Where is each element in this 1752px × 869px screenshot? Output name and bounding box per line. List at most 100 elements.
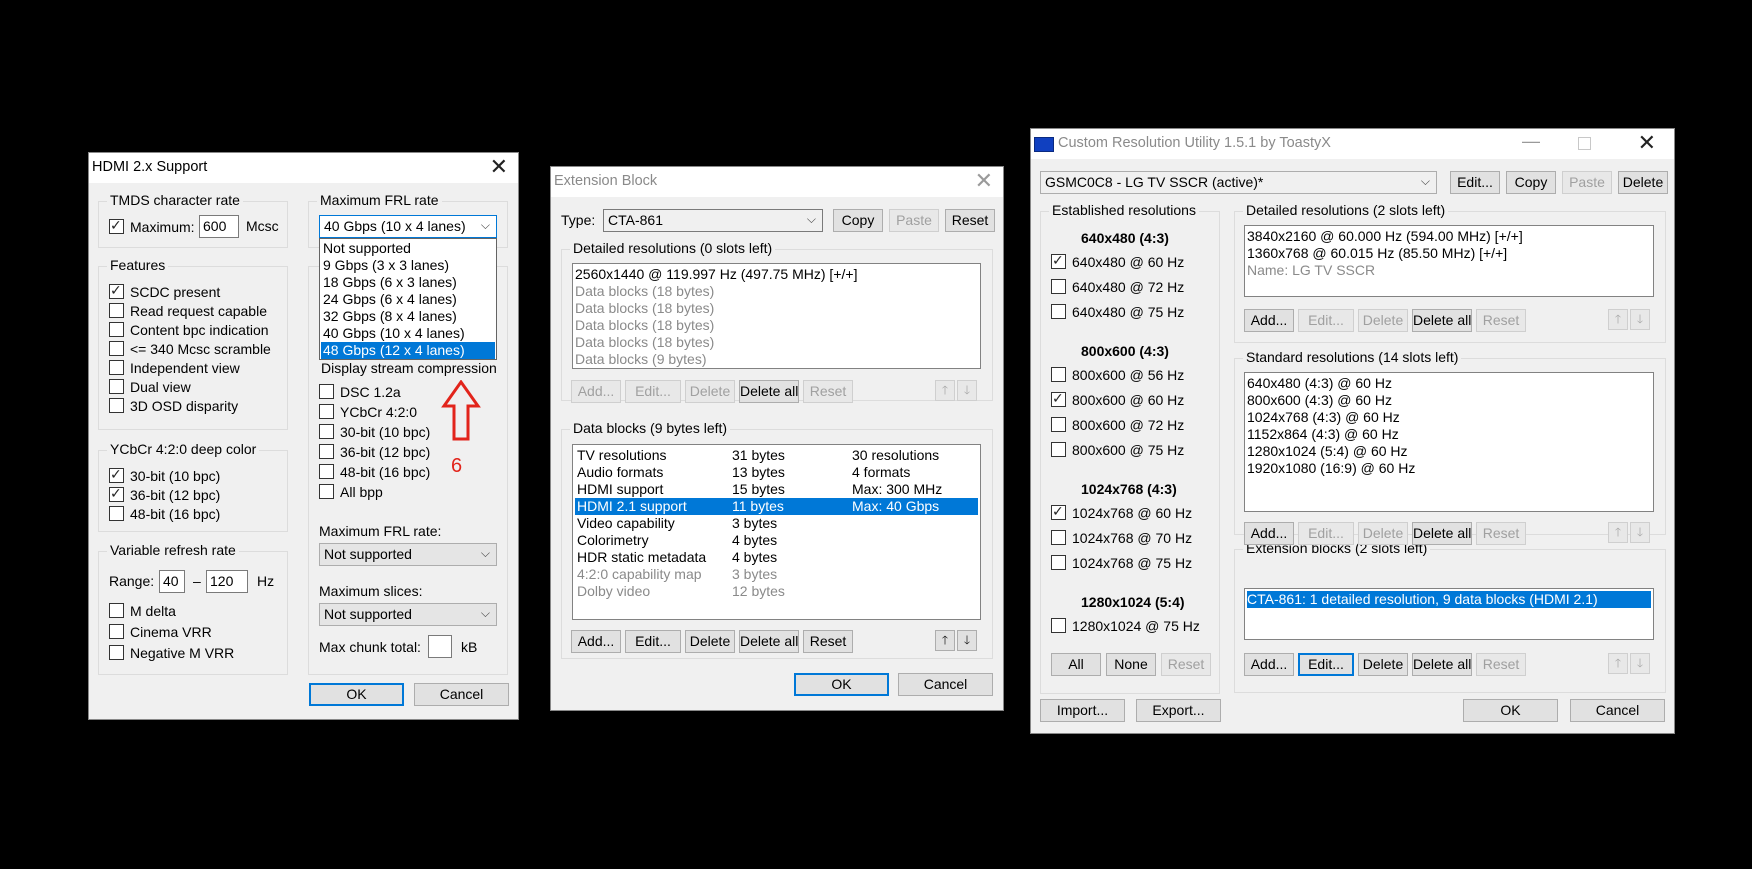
feature-checkbox[interactable]: 3D OSD disparity [109,397,238,415]
close-icon[interactable]: ✕ [490,156,508,178]
delete-button[interactable]: Delete [685,630,735,653]
list-item[interactable]: 1280x1024 (5:4) @ 60 Hz [1247,443,1651,460]
delete-button[interactable]: Delete [685,380,735,403]
cru-copy-button[interactable]: Copy [1506,171,1556,194]
add-button[interactable]: Add... [571,380,621,403]
list-item[interactable]: 3840x2160 @ 60.000 Hz (594.00 MHz) [+/+] [1247,228,1651,245]
table-row[interactable]: TV resolutions 31 bytes 30 resolutions [575,447,978,464]
list-item[interactable]: CTA-861: 1 detailed resolution, 9 data b… [1247,591,1651,608]
established-checkbox[interactable]: 1024x768 @ 70 Hz [1051,529,1192,547]
ycbcr-checkbox[interactable]: 48-bit (16 bpc) [109,505,220,523]
cru-delete-button[interactable]: Delete [1618,171,1668,194]
feature-checkbox[interactable]: <= 340 Mcsc scramble [109,340,271,358]
move-down-icon[interactable]: 🡓 [957,380,977,401]
move-down-icon[interactable]: 🡓 [1630,653,1650,674]
ext-copy-button[interactable]: Copy [833,209,883,232]
established-checkbox[interactable]: 800x600 @ 56 Hz [1051,366,1184,384]
established-checkbox[interactable]: 800x600 @ 72 Hz [1051,416,1184,434]
established-checkbox[interactable]: 640x480 @ 75 Hz [1051,303,1184,321]
vrr-min-input[interactable]: 40 [159,570,185,593]
frl-option[interactable]: 24 Gbps (6 x 4 lanes) [321,291,495,308]
delete-all-button[interactable]: Delete all [1412,653,1472,676]
vrr-checkbox[interactable]: Cinema VRR [109,623,212,641]
tmds-max-checkbox[interactable]: Maximum: [109,216,195,236]
cru-export-button[interactable]: Export... [1136,699,1221,722]
frl-option[interactable]: 18 Gbps (6 x 3 lanes) [321,274,495,291]
add-button[interactable]: Add... [1244,309,1294,332]
maximize-icon[interactable] [1578,137,1591,150]
reset-button[interactable]: Reset [1476,653,1526,676]
dsc-slices-select[interactable]: Not supported ⌵ [319,603,497,626]
established-checkbox[interactable]: 1280x1024 @ 75 Hz [1051,617,1200,635]
cru-standard-list[interactable]: 640x480 (4:3) @ 60 Hz 800x600 (4:3) @ 60 … [1244,372,1654,512]
table-row[interactable]: 4:2:0 capability map 3 bytes [575,566,978,583]
list-item[interactable]: Data blocks (18 bytes) [575,334,978,351]
minimize-icon[interactable]: — [1522,131,1540,152]
ext-reset-button[interactable]: Reset [945,209,995,232]
monitor-select[interactable]: GSMC0C8 - LG TV SSCR (active)* ⌵ [1040,171,1437,194]
dsc-frl-select[interactable]: Not supported ⌵ [319,543,497,566]
move-up-icon[interactable]: 🡑 [1608,309,1628,330]
ext-cancel-button[interactable]: Cancel [898,673,993,696]
ext-blocks-list[interactable]: TV resolutions 31 bytes 30 resolutions Audi… [572,444,981,620]
established-reset-button[interactable]: Reset [1161,653,1211,676]
table-row[interactable]: Dolby video 12 bytes [575,583,978,600]
established-checkbox[interactable]: 1024x768 @ 75 Hz [1051,554,1192,572]
cru-paste-button[interactable]: Paste [1562,171,1612,194]
table-row[interactable]: HDMI support 15 bytes Max: 300 MHz [575,481,978,498]
table-row[interactable]: Colorimetry 4 bytes [575,532,978,549]
established-checkbox[interactable]: 800x600 @ 75 Hz [1051,441,1184,459]
frl-option[interactable]: 9 Gbps (3 x 3 lanes) [321,257,495,274]
list-item[interactable]: 1152x864 (4:3) @ 60 Hz [1247,426,1651,443]
list-item[interactable]: Name: LG TV SSCR [1247,262,1651,279]
established-all-button[interactable]: All [1051,653,1101,676]
established-checkbox[interactable]: 800x600 @ 60 Hz [1051,389,1184,409]
dsc-checkbox[interactable]: 30-bit (10 bpc) [319,423,430,441]
list-item[interactable]: 2560x1440 @ 119.997 Hz (497.75 MHz) [+/+… [575,266,978,283]
established-checkbox[interactable]: 640x480 @ 60 Hz [1051,251,1184,271]
tmds-max-input[interactable]: 600 [199,215,239,238]
ext-detailed-list[interactable]: 2560x1440 @ 119.997 Hz (497.75 MHz) [+/+… [572,263,981,369]
frl-option[interactable]: 40 Gbps (10 x 4 lanes) [321,325,495,342]
ext-paste-button[interactable]: Paste [889,209,939,232]
reset-button[interactable]: Reset [803,630,853,653]
feature-checkbox[interactable]: Independent view [109,359,240,377]
list-item[interactable]: Data blocks (18 bytes) [575,300,978,317]
feature-checkbox[interactable]: Read request capable [109,302,267,320]
delete-all-button[interactable]: Delete all [739,380,799,403]
edit-button[interactable]: Edit... [1298,309,1354,332]
list-item[interactable]: 1024x768 (4:3) @ 60 Hz [1247,409,1651,426]
list-item[interactable]: 640x480 (4:3) @ 60 Hz [1247,375,1651,392]
move-up-icon[interactable]: 🡑 [1608,522,1628,543]
table-row[interactable]: Video capability 3 bytes [575,515,978,532]
list-item[interactable]: Data blocks (18 bytes) [575,283,978,300]
table-row[interactable]: HDR static metadata 4 bytes [575,549,978,566]
frl-select[interactable]: 40 Gbps (10 x 4 lanes) ⌵ [319,215,497,238]
move-up-icon[interactable]: 🡑 [935,630,955,651]
delete-all-button[interactable]: Delete all [739,630,799,653]
frl-option[interactable]: 32 Gbps (8 x 4 lanes) [321,308,495,325]
dsc-checkbox[interactable]: All bpp [319,483,383,501]
move-down-icon[interactable]: 🡓 [1630,309,1650,330]
delete-all-button[interactable]: Delete all [1412,309,1472,332]
edit-button[interactable]: Edit... [625,630,681,653]
dsc-chunk-input[interactable] [428,635,452,658]
list-item[interactable]: Data blocks (9 bytes) [575,351,978,368]
ext-ok-button[interactable]: OK [794,673,889,696]
vrr-max-input[interactable]: 120 [206,570,248,593]
list-item[interactable]: 1360x768 @ 60.015 Hz (85.50 MHz) [+/+] [1247,245,1651,262]
frl-option[interactable]: 48 Gbps (12 x 4 lanes) [321,342,495,359]
ycbcr-checkbox[interactable]: 30-bit (10 bpc) [109,465,220,485]
add-button[interactable]: Add... [1244,522,1294,545]
add-button[interactable]: Add... [571,630,621,653]
established-checkbox[interactable]: 1024x768 @ 60 Hz [1051,502,1192,522]
delete-button[interactable]: Delete [1358,522,1408,545]
move-up-icon[interactable]: 🡑 [1608,653,1628,674]
vrr-checkbox[interactable]: Negative M VRR [109,644,234,662]
established-none-button[interactable]: None [1106,653,1156,676]
cru-cancel-button[interactable]: Cancel [1570,699,1665,722]
table-row[interactable]: HDMI 2.1 support 11 bytes Max: 40 Gbps [575,498,978,515]
feature-checkbox[interactable]: SCDC present [109,281,220,301]
add-button[interactable]: Add... [1244,653,1294,676]
move-down-icon[interactable]: 🡓 [957,630,977,651]
